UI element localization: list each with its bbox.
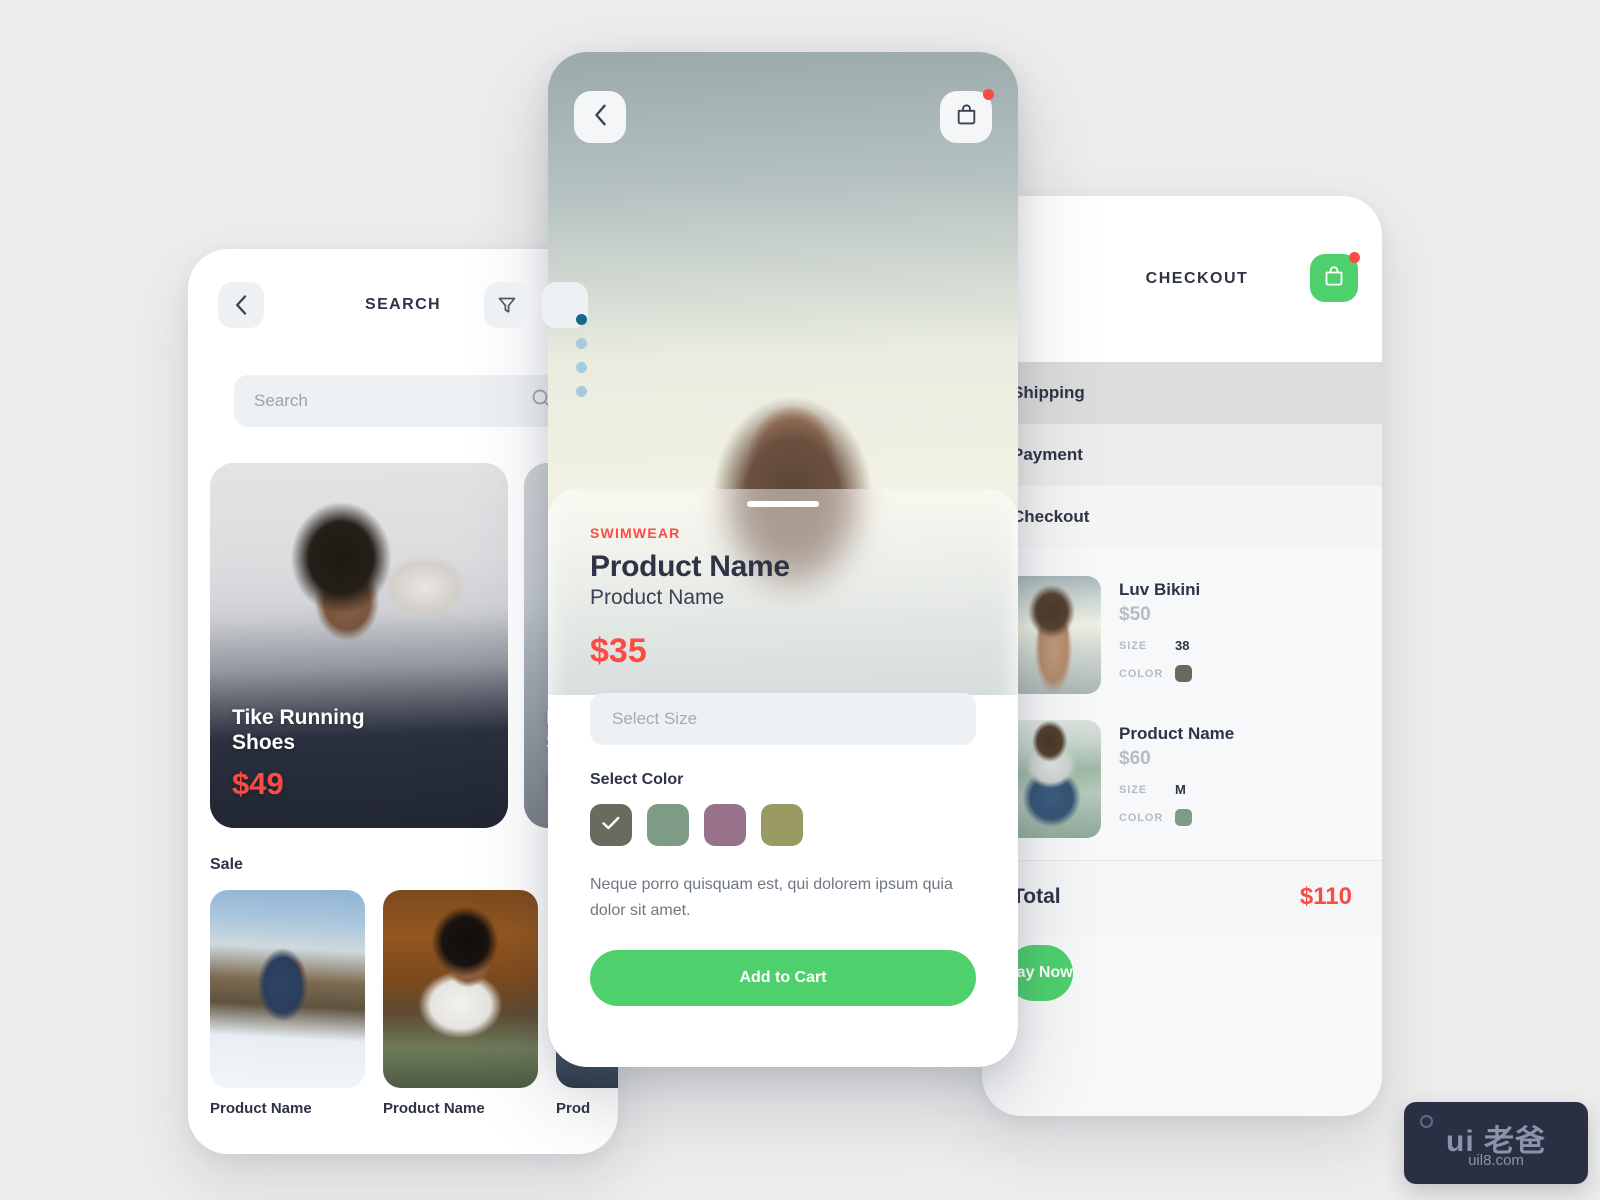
color-swatch bbox=[1175, 665, 1192, 682]
product-headline-block: SWIMWEAR Product Name Product Name $35 bbox=[548, 489, 1018, 671]
product-image bbox=[1006, 720, 1101, 838]
product-name: Tike Running Shoes bbox=[232, 705, 365, 755]
checkout-header: CHECKOUT bbox=[982, 196, 1382, 362]
cart-item-row[interactable]: Product Name $60 SIZE M COLOR bbox=[982, 710, 1382, 854]
search-input[interactable] bbox=[254, 391, 531, 411]
product-name: Luv Bikini bbox=[1119, 580, 1201, 599]
checkout-step-checkout[interactable]: Checkout bbox=[982, 486, 1382, 548]
product-image bbox=[383, 890, 538, 1088]
checkout-screen-phone: CHECKOUT Shipping Payment Checkout Luv B… bbox=[982, 196, 1382, 1116]
page-title: CHECKOUT bbox=[1145, 270, 1249, 287]
color-swatch-group[interactable] bbox=[590, 804, 976, 846]
search-header-actions bbox=[484, 282, 588, 328]
product-name: Product Name bbox=[590, 550, 790, 583]
color-label: COLOR bbox=[1119, 811, 1164, 824]
color-attribute: COLOR bbox=[1119, 809, 1234, 826]
featured-product-info: Tike Running Shoes $49 bbox=[232, 705, 365, 802]
product-price: $35 bbox=[590, 632, 647, 670]
back-button[interactable] bbox=[574, 91, 626, 143]
size-attribute: SIZE M bbox=[1119, 782, 1234, 797]
product-category: SWIMWEAR bbox=[590, 525, 681, 541]
checkout-step-shipping[interactable]: Shipping bbox=[982, 362, 1382, 424]
step-label: Checkout bbox=[1012, 507, 1090, 526]
filter-button[interactable] bbox=[484, 282, 530, 328]
order-total-row: Total $110 bbox=[982, 861, 1382, 935]
pagination-dot[interactable] bbox=[576, 362, 587, 373]
step-label: Payment bbox=[1012, 445, 1083, 464]
notification-badge bbox=[1349, 252, 1360, 263]
pagination-dot[interactable] bbox=[576, 386, 587, 397]
total-label: Total bbox=[1012, 885, 1061, 908]
product-name: Product Name bbox=[383, 1100, 485, 1117]
product-name: Prod bbox=[556, 1100, 591, 1117]
add-to-cart-button[interactable]: Add to Cart bbox=[590, 949, 976, 1006]
showcase-canvas: SEARCH Search Tike Running Shoes $49 Sal… bbox=[0, 0, 1600, 1200]
pagination-dot[interactable] bbox=[576, 338, 587, 349]
product-description: Neque porro quisquam est, qui dolorem ip… bbox=[590, 876, 953, 919]
cart-item-info: Luv Bikini $50 SIZE 38 COLOR bbox=[1101, 576, 1200, 694]
product-subtitle: Product Name bbox=[590, 586, 725, 609]
color-swatch-selected[interactable] bbox=[590, 804, 632, 846]
cart-items-list: Luv Bikini $50 SIZE 38 COLOR Product Nam… bbox=[982, 548, 1382, 854]
color-swatch[interactable] bbox=[704, 804, 746, 846]
watermark-url: uil8.com bbox=[1468, 1152, 1524, 1169]
size-value: M bbox=[1175, 782, 1186, 797]
checkout-step-payment[interactable]: Payment bbox=[982, 424, 1382, 486]
pagination-dot-active[interactable] bbox=[576, 314, 587, 325]
checkout-steps: Shipping Payment Checkout bbox=[982, 362, 1382, 548]
check-icon bbox=[601, 815, 621, 836]
size-label: SIZE bbox=[1119, 639, 1148, 652]
product-name: Product Name bbox=[210, 1100, 312, 1117]
product-detail-phone: SWIMWEAR Product Name Product Name $35 S… bbox=[548, 52, 1018, 1067]
cart-item-info: Product Name $60 SIZE M COLOR bbox=[1101, 720, 1234, 838]
list-item[interactable]: Product Name bbox=[210, 890, 365, 1117]
product-name: Product Name bbox=[1119, 724, 1235, 743]
size-select-placeholder: Select Size bbox=[612, 709, 698, 728]
size-attribute: SIZE 38 bbox=[1119, 638, 1200, 653]
cart-button[interactable] bbox=[1310, 252, 1360, 302]
featured-product-card[interactable]: Tike Running Shoes $49 bbox=[210, 463, 508, 828]
product-price: $60 bbox=[1119, 748, 1151, 769]
product-price: $50 bbox=[1119, 604, 1151, 625]
product-options-block: Select Size Select Color Neque porro qui… bbox=[548, 671, 1018, 1006]
size-label: SIZE bbox=[1119, 783, 1148, 796]
size-value: 38 bbox=[1175, 638, 1190, 653]
back-button[interactable] bbox=[218, 282, 264, 328]
color-swatch bbox=[1175, 809, 1192, 826]
product-image bbox=[1006, 576, 1101, 694]
search-bar[interactable] bbox=[234, 375, 572, 427]
color-swatch[interactable] bbox=[647, 804, 689, 846]
chevron-left-icon bbox=[235, 295, 247, 315]
notification-badge bbox=[983, 89, 994, 100]
detail-topbar bbox=[548, 52, 1018, 182]
chevron-left-icon bbox=[594, 104, 607, 131]
image-pagination-dots[interactable] bbox=[576, 314, 587, 397]
color-attribute: COLOR bbox=[1119, 665, 1200, 682]
shopping-bag-icon bbox=[1322, 264, 1346, 293]
product-detail-sheet: SWIMWEAR Product Name Product Name $35 S… bbox=[548, 489, 1018, 1067]
cart-button[interactable] bbox=[940, 89, 994, 143]
step-label: Shipping bbox=[1012, 383, 1085, 402]
color-swatch[interactable] bbox=[761, 804, 803, 846]
watermark: ui 老爸 uil8.com bbox=[1404, 1102, 1588, 1184]
filter-funnel-icon bbox=[497, 295, 517, 315]
select-color-label: Select Color bbox=[590, 771, 684, 788]
total-value: $110 bbox=[1299, 883, 1352, 910]
size-select[interactable]: Select Size bbox=[590, 693, 976, 745]
list-item[interactable]: Product Name bbox=[383, 890, 538, 1117]
product-image bbox=[210, 890, 365, 1088]
cart-item-row[interactable]: Luv Bikini $50 SIZE 38 COLOR bbox=[982, 566, 1382, 710]
product-price: $49 bbox=[232, 766, 284, 801]
shopping-bag-icon bbox=[954, 102, 979, 132]
color-label: COLOR bbox=[1119, 667, 1164, 680]
